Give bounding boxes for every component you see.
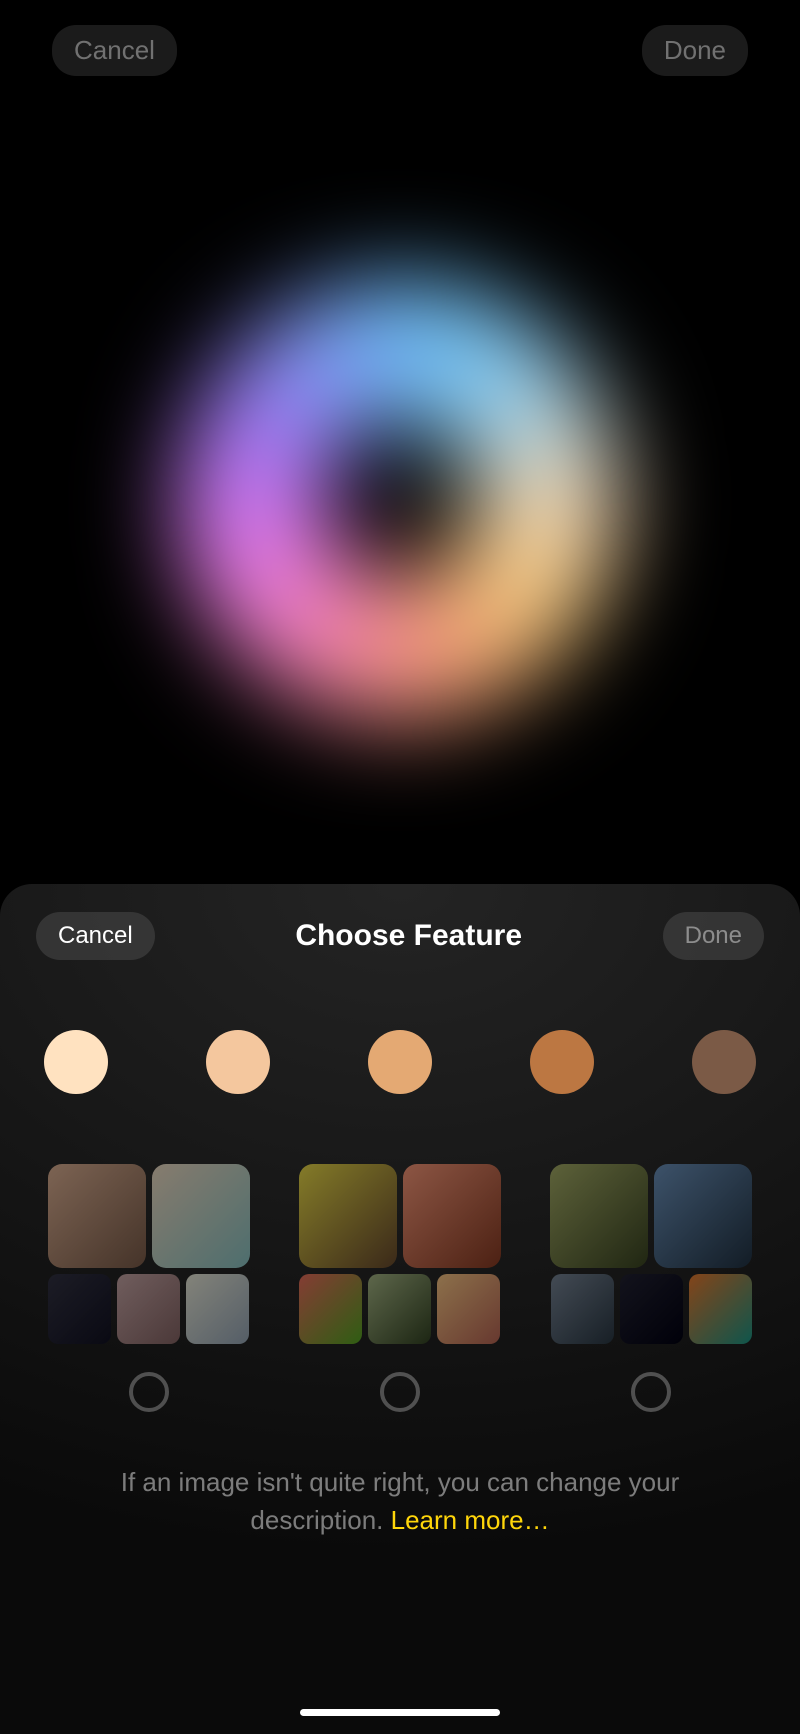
avatar-group-radio-3[interactable] [631,1372,671,1412]
feature-sheet: Cancel Choose Feature Done [0,884,800,1734]
generative-orb-icon [180,280,620,720]
avatar-thumb[interactable] [437,1274,500,1344]
top-done-button[interactable]: Done [642,25,748,76]
avatar-group-2 [287,1164,512,1412]
avatar-thumb[interactable] [152,1164,250,1268]
avatar-thumb[interactable] [368,1274,431,1344]
sheet-cancel-button[interactable]: Cancel [36,912,155,960]
avatar-group-radio-1[interactable] [129,1372,169,1412]
avatar-thumb[interactable] [299,1164,397,1268]
avatar-thumb[interactable] [117,1274,180,1344]
avatar-thumb[interactable] [299,1274,362,1344]
home-indicator[interactable] [300,1709,500,1716]
avatar-thumb[interactable] [620,1274,683,1344]
skin-tone-swatches [36,1030,764,1094]
avatar-thumb[interactable] [550,1164,648,1268]
sheet-title: Choose Feature [295,919,522,953]
preview-area [0,120,800,880]
avatar-thumb[interactable] [403,1164,501,1268]
learn-more-link[interactable]: Learn more… [391,1505,550,1535]
avatar-thumb[interactable] [48,1164,146,1268]
avatar-group-1 [36,1164,261,1412]
avatar-thumb[interactable] [551,1274,614,1344]
avatar-group-3 [539,1164,764,1412]
skin-tone-swatch-2[interactable] [206,1030,270,1094]
avatar-thumb[interactable] [689,1274,752,1344]
avatar-thumb[interactable] [48,1274,111,1344]
skin-tone-swatch-5[interactable] [692,1030,756,1094]
skin-tone-swatch-1[interactable] [44,1030,108,1094]
skin-tone-swatch-3[interactable] [368,1030,432,1094]
hint-text: If an image isn't quite right, you can c… [36,1464,764,1539]
sheet-done-button[interactable]: Done [663,912,764,960]
avatar-thumb[interactable] [186,1274,249,1344]
top-cancel-button[interactable]: Cancel [52,25,177,76]
skin-tone-swatch-4[interactable] [530,1030,594,1094]
avatar-thumb[interactable] [654,1164,752,1268]
avatar-group-radio-2[interactable] [380,1372,420,1412]
